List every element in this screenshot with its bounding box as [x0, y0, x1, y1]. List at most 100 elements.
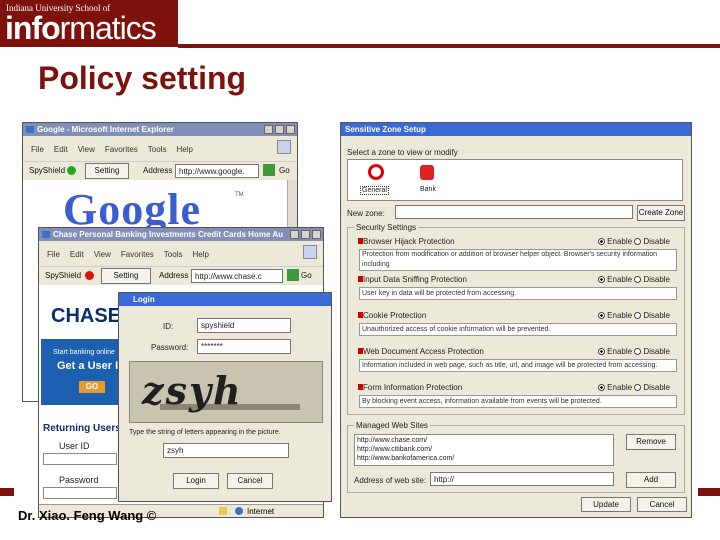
zone-setup-window: Sensitive Zone Setup Select a zone to vi… — [340, 122, 692, 518]
site-address-input[interactable]: http:// — [430, 472, 614, 486]
security-settings-label: Security Settings — [354, 223, 419, 232]
enable-label: Enable — [607, 275, 633, 284]
id-input[interactable]: spyshield — [197, 318, 291, 333]
chase-logo: CHASE — [51, 305, 122, 327]
banner-line1: Start banking online — [53, 349, 115, 356]
go-label[interactable]: Go — [301, 267, 312, 285]
captcha-instruction: Type the string of letters appearing in … — [129, 429, 281, 436]
zone-list[interactable]: General Bank — [347, 159, 683, 201]
site-item[interactable]: http://www.citibank.com/ — [357, 445, 611, 454]
spyshield-label: SpyShield — [45, 271, 82, 280]
menu-help[interactable]: Help — [192, 250, 208, 259]
menu-favorites[interactable]: Favorites — [121, 250, 154, 259]
setting-button[interactable]: Setting — [85, 163, 129, 179]
site-item[interactable]: http://www.chase.com/ — [357, 436, 611, 445]
zone-bank-label[interactable]: Bank — [420, 186, 436, 193]
money-icon[interactable] — [420, 165, 434, 180]
remove-button[interactable]: Remove — [626, 434, 676, 450]
ie-logo-icon — [42, 231, 50, 238]
go-label[interactable]: Go — [279, 162, 290, 180]
chase-banner[interactable]: Start banking online Get a User ID GO — [41, 339, 126, 405]
cancel-button[interactable]: Cancel — [637, 497, 687, 512]
ie-chase-toolbar: SpyShield Setting Address http://www.cha… — [39, 266, 323, 284]
setting-description: User key in data will be protected from … — [359, 287, 677, 300]
disable-label: Disable — [643, 237, 670, 246]
security-settings-group: Security Settings Browser Hijack Protect… — [347, 223, 685, 415]
address-input[interactable]: http://www.google. — [175, 164, 259, 178]
banner-line2: Get a User ID — [57, 360, 127, 372]
menu-view[interactable]: View — [78, 145, 95, 154]
no-entry-icon[interactable] — [368, 164, 384, 180]
setting-button[interactable]: Setting — [101, 268, 151, 284]
status-green-icon — [67, 166, 76, 175]
password-input[interactable]: ******* — [197, 339, 291, 354]
maximize-icon[interactable] — [275, 125, 284, 134]
address-label: Address — [159, 271, 189, 280]
ie-google-titlebar[interactable]: Google - Microsoft Internet Explorer — [23, 123, 297, 136]
menu-edit[interactable]: Edit — [54, 145, 68, 154]
go-arrow-icon[interactable] — [287, 269, 299, 281]
go-arrow-icon[interactable] — [263, 164, 275, 176]
menu-tools[interactable]: Tools — [164, 250, 183, 259]
ie-google-menubar: File Edit View Favorites Tools Help — [23, 143, 297, 156]
disable-radio[interactable] — [634, 384, 642, 392]
globe-icon — [235, 507, 243, 515]
ie-chase-titlebar[interactable]: Chase Personal Banking Investments Credi… — [39, 228, 323, 241]
disable-radio[interactable] — [634, 238, 642, 246]
disable-radio[interactable] — [634, 312, 642, 320]
setting-description: Information included in web page, such a… — [359, 359, 677, 372]
user-id-label: User ID — [59, 441, 90, 451]
enable-radio[interactable] — [598, 384, 606, 392]
managed-sites-list[interactable]: http://www.chase.com/ http://www.citiban… — [354, 434, 614, 466]
disable-radio[interactable] — [634, 348, 642, 356]
enable-radio[interactable] — [598, 312, 606, 320]
menu-help[interactable]: Help — [176, 145, 192, 154]
select-zone-label: Select a zone to view or modify — [347, 148, 458, 157]
enable-radio[interactable] — [598, 276, 606, 284]
minimize-icon[interactable] — [264, 125, 273, 134]
cancel-button[interactable]: Cancel — [227, 473, 273, 489]
address-input[interactable]: http://www.chase.c — [191, 269, 283, 283]
minimize-icon[interactable] — [290, 230, 299, 239]
create-zone-button[interactable]: Create Zone — [637, 205, 685, 221]
enable-label: Enable — [607, 347, 633, 356]
menu-edit[interactable]: Edit — [70, 250, 84, 259]
site-item[interactable]: http://www.bankofamerica.com/ — [357, 454, 611, 463]
maximize-icon[interactable] — [301, 230, 310, 239]
zone-general-label[interactable]: General — [360, 186, 389, 195]
google-tm: TM — [235, 192, 244, 198]
logo-wordmark: informatics — [5, 10, 157, 46]
user-id-input[interactable] — [43, 453, 117, 465]
status-red-icon — [85, 271, 94, 280]
windows-flag-icon — [277, 140, 291, 154]
banner-go-button[interactable]: GO — [79, 381, 105, 393]
menu-view[interactable]: View — [94, 250, 111, 259]
menu-favorites[interactable]: Favorites — [105, 145, 138, 154]
spyshield-label: SpyShield — [29, 166, 66, 175]
disable-radio[interactable] — [634, 276, 642, 284]
new-zone-input[interactable] — [395, 205, 633, 219]
close-icon[interactable] — [286, 125, 295, 134]
menu-file[interactable]: File — [47, 250, 60, 259]
update-button[interactable]: Update — [581, 497, 631, 512]
login-titlebar[interactable]: Login — [119, 293, 331, 306]
zone-setup-titlebar[interactable]: Sensitive Zone Setup — [341, 123, 691, 136]
enable-radio[interactable] — [598, 348, 606, 356]
close-icon[interactable] — [312, 230, 321, 239]
login-button[interactable]: Login — [173, 473, 219, 489]
disable-label: Disable — [643, 347, 670, 356]
captcha-input[interactable]: zsyh — [163, 443, 289, 458]
header-rule — [178, 44, 720, 48]
enable-label: Enable — [607, 311, 633, 320]
managed-sites-label: Managed Web Sites — [354, 421, 430, 430]
logo-wordmark-rest: rmatics — [59, 10, 157, 46]
enable-radio[interactable] — [598, 238, 606, 246]
add-button[interactable]: Add — [626, 472, 676, 488]
disable-label: Disable — [643, 275, 670, 284]
captcha-text: zsyh — [142, 368, 243, 413]
menu-file[interactable]: File — [31, 145, 44, 154]
password-input[interactable] — [43, 487, 117, 499]
menu-tools[interactable]: Tools — [148, 145, 167, 154]
new-zone-label: New zone: — [347, 209, 385, 218]
address-label: Address — [143, 166, 173, 175]
